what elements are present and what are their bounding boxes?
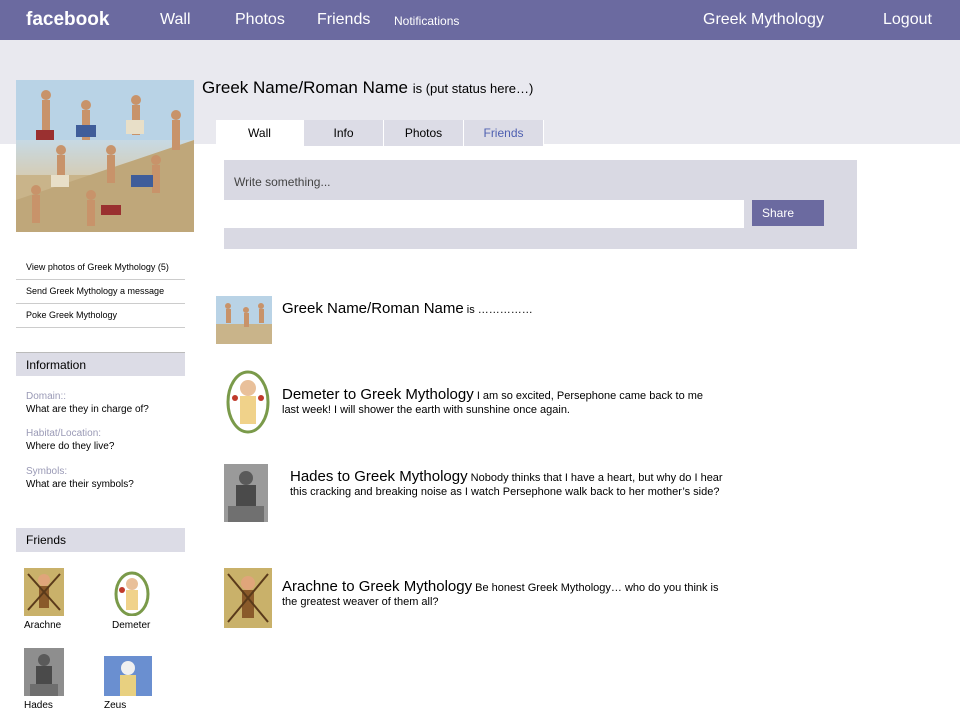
friend-name[interactable]: Zeus [104, 700, 152, 711]
info-habitat-key: Habitat/Location: [26, 428, 102, 439]
post-body: Greek Name/Roman Name is …………… [282, 300, 702, 317]
hades-avatar[interactable] [24, 648, 64, 696]
facebook-logo[interactable]: facebook [26, 9, 109, 31]
demeter-avatar[interactable] [112, 568, 152, 616]
info-symbols-value: What are their symbols? [26, 479, 134, 490]
composer-prompt: Write something... [234, 175, 331, 189]
friends-heading: Friends [16, 528, 185, 552]
profile-name: Greek Name/Roman Name [202, 78, 408, 97]
post-avatar[interactable] [216, 296, 272, 344]
post-author[interactable]: Greek Name/Roman Name [282, 300, 464, 317]
friend-name[interactable]: Demeter [112, 620, 152, 631]
friend-name[interactable]: Arachne [24, 620, 64, 631]
info-domain-key: Domain:: [26, 391, 67, 402]
info-symbols-key: Symbols: [26, 466, 68, 477]
post-author[interactable]: Hades to Greek Mythology [290, 468, 468, 485]
nav-profile-link[interactable]: Greek Mythology [703, 11, 824, 29]
top-navigation-bar: facebook Wall Photos Friends Notificatio… [0, 0, 960, 40]
info-habitat: Habitat/Location: Where do they live? [26, 427, 186, 453]
profile-status: Greek Name/Roman Name is (put status her… [202, 78, 533, 98]
post-avatar[interactable] [224, 368, 272, 434]
tab-wall[interactable]: Wall [216, 120, 304, 146]
logout-link[interactable]: Logout [883, 11, 932, 29]
nav-notifications-link[interactable]: Notifications [394, 14, 459, 28]
zeus-avatar[interactable] [104, 656, 152, 696]
friend-hades[interactable]: Hades [24, 648, 64, 711]
tab-photos[interactable]: Photos [384, 120, 464, 146]
tab-info[interactable]: Info [304, 120, 384, 146]
view-photos-link[interactable]: View photos of Greek Mythology (5) [16, 256, 185, 280]
send-message-link[interactable]: Send Greek Mythology a message [16, 280, 185, 304]
nav-photos-link[interactable]: Photos [235, 11, 285, 29]
post-author[interactable]: Arachne to Greek Mythology [282, 578, 472, 595]
friend-name[interactable]: Hades [24, 700, 64, 711]
wall-composer: Write something... Share [224, 160, 857, 249]
post-message: is …………… [466, 304, 533, 316]
friend-demeter[interactable]: Demeter [112, 568, 152, 631]
info-domain: Domain:: What are they in charge of? [26, 390, 186, 416]
friend-arachne[interactable]: Arachne [24, 568, 64, 631]
nav-friends-link[interactable]: Friends [317, 11, 370, 29]
profile-actions: View photos of Greek Mythology (5) Send … [16, 256, 185, 328]
post-body: Demeter to Greek Mythology I am so excit… [282, 386, 722, 417]
info-habitat-value: Where do they live? [26, 441, 115, 452]
information-heading: Information [16, 352, 185, 376]
post-avatar[interactable] [224, 464, 268, 522]
info-symbols: Symbols: What are their symbols? [26, 465, 186, 491]
info-domain-value: What are they in charge of? [26, 404, 149, 415]
composer-input[interactable] [224, 200, 744, 228]
share-button[interactable]: Share [752, 200, 824, 226]
post-author[interactable]: Demeter to Greek Mythology [282, 386, 474, 403]
post-body: Hades to Greek Mythology Nobody thinks t… [290, 468, 735, 499]
post-body: Arachne to Greek Mythology Be honest Gre… [282, 578, 722, 609]
olympian-gods-painting-icon [16, 80, 194, 232]
post-avatar[interactable] [224, 568, 272, 628]
tab-friends[interactable]: Friends [464, 120, 544, 146]
status-text: is (put status here…) [412, 81, 534, 96]
nav-wall-link[interactable]: Wall [160, 11, 191, 29]
profile-picture[interactable] [16, 80, 194, 232]
friend-zeus[interactable]: Zeus [104, 656, 152, 711]
arachne-avatar[interactable] [24, 568, 64, 616]
poke-link[interactable]: Poke Greek Mythology [16, 304, 185, 328]
